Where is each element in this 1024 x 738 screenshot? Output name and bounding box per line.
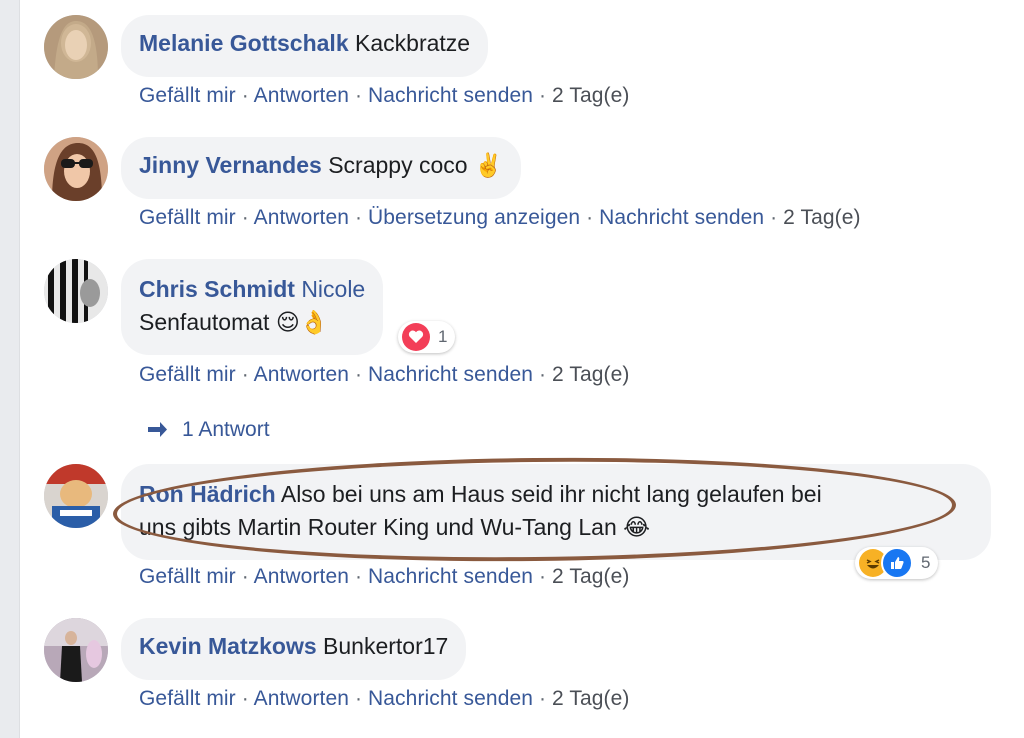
like-link[interactable]: Gefällt mir — [139, 206, 236, 229]
comment-author[interactable]: Jinny Vernandes — [139, 152, 322, 178]
avatar[interactable] — [44, 137, 108, 201]
send-message-link[interactable]: Nachricht senden — [368, 687, 533, 710]
timestamp[interactable]: 2 Tag(e) — [552, 363, 629, 386]
reply-link[interactable]: Antworten — [254, 363, 349, 386]
send-message-link[interactable]: Nachricht senden — [368, 363, 533, 386]
comment-actions: Gefällt mir · Antworten · Übersetzung an… — [139, 206, 861, 229]
timestamp[interactable]: 2 Tag(e) — [552, 687, 629, 710]
like-link[interactable]: Gefällt mir — [139, 363, 236, 386]
see-translation-link[interactable]: Übersetzung anzeigen — [368, 206, 580, 229]
comment-bubble: Chris Schmidt Nicole Senfautomat 😌👌 — [121, 259, 384, 355]
like-icon — [881, 547, 913, 579]
comment-text: Senfautomat — [139, 309, 270, 335]
timestamp[interactable]: 2 Tag(e) — [552, 84, 629, 107]
reply-arrow-icon — [148, 422, 167, 437]
avatar[interactable] — [44, 259, 108, 323]
comment-actions: Gefällt mir · Antworten · Nachricht send… — [139, 565, 630, 588]
comment-bubble: Kevin Matzkows Bunkertor17 — [121, 618, 467, 680]
like-link[interactable]: Gefällt mir — [139, 687, 236, 710]
avatar[interactable] — [44, 464, 108, 528]
timestamp[interactable]: 2 Tag(e) — [783, 206, 860, 229]
send-message-link[interactable]: Nachricht senden — [599, 206, 764, 229]
relieved-ok-emoji: 😌👌 — [275, 309, 329, 335]
comment-bubble: Melanie Gottschalk Kackbratze — [121, 15, 489, 77]
comment-actions: Gefällt mir · Antworten · Nachricht send… — [139, 84, 630, 107]
comment-text: Kackbratze — [355, 30, 471, 56]
victory-hand-emoji: ✌️ — [473, 152, 503, 178]
reply-link[interactable]: Antworten — [254, 84, 349, 107]
comment-text: Scrappy coco — [328, 152, 468, 178]
comment-actions: Gefällt mir · Antworten · Nachricht send… — [139, 687, 630, 710]
mentioned-user[interactable]: Nicole — [301, 276, 365, 302]
comment-bubble: Jinny Vernandes Scrappy coco ✌️ — [121, 137, 521, 199]
send-message-link[interactable]: Nachricht senden — [368, 565, 533, 588]
reaction-count: 5 — [921, 553, 931, 572]
comment-author[interactable]: Chris Schmidt — [139, 276, 295, 302]
reaction-count: 1 — [438, 327, 448, 346]
reaction-summary[interactable]: 5 — [855, 547, 939, 579]
comment-author[interactable]: Kevin Matzkows — [139, 633, 317, 659]
left-border — [0, 0, 20, 738]
reply-link[interactable]: Antworten — [254, 206, 349, 229]
replies-count[interactable]: 1 Antwort — [182, 418, 270, 442]
comment-text: Bunkertor17 — [323, 633, 449, 659]
avatar[interactable] — [44, 618, 108, 682]
reply-link[interactable]: Antworten — [254, 565, 349, 588]
avatar[interactable] — [44, 15, 108, 79]
heart-icon — [402, 323, 430, 351]
view-replies-link[interactable]: 1 Antwort — [146, 418, 270, 442]
timestamp[interactable]: 2 Tag(e) — [552, 565, 629, 588]
comment-actions: Gefällt mir · Antworten · Nachricht send… — [139, 363, 630, 386]
comment-author[interactable]: Melanie Gottschalk — [139, 30, 349, 56]
reaction-summary[interactable]: 1 — [398, 321, 456, 353]
like-link[interactable]: Gefällt mir — [139, 84, 236, 107]
like-link[interactable]: Gefällt mir — [139, 565, 236, 588]
reply-link[interactable]: Antworten — [254, 687, 349, 710]
send-message-link[interactable]: Nachricht senden — [368, 84, 533, 107]
